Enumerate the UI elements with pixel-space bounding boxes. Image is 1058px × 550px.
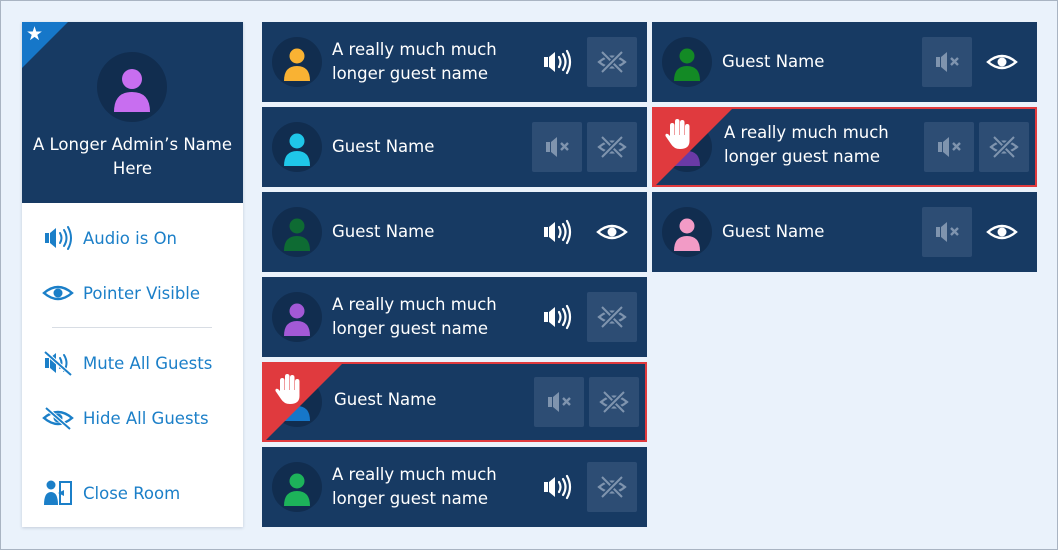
guest-name: A really much much longer guest name (332, 465, 497, 508)
guest-avatar (272, 292, 322, 342)
guest-card: Guest Name (262, 362, 647, 442)
guest-pointer-button[interactable] (587, 462, 637, 512)
audio-toggle-button[interactable]: Audio is On (42, 223, 177, 253)
guest-audio-button[interactable] (922, 207, 972, 257)
person-icon (284, 48, 310, 81)
guest-avatar (662, 207, 712, 257)
guest-avatar (662, 37, 712, 87)
guest-pointer-button[interactable] (977, 207, 1027, 257)
guest-pointer-button[interactable] (587, 292, 637, 342)
speaker-muted-icon (543, 387, 575, 417)
guest-audio-button[interactable] (532, 207, 582, 257)
admin-panel: ★ A Longer Admin’s Name Here Audio is On… (22, 22, 243, 527)
eye-icon (986, 49, 1018, 75)
person-icon (114, 69, 150, 112)
raised-hand-icon (664, 117, 694, 155)
admin-avatar (97, 52, 167, 122)
guest-name: Guest Name (722, 222, 825, 241)
guest-name: Guest Name (332, 222, 435, 241)
pointer-hidden-icon (596, 304, 628, 330)
guest-card: Guest Name (652, 22, 1037, 102)
pointer-hidden-icon (988, 134, 1020, 160)
guest-audio-button[interactable] (532, 292, 582, 342)
speaker-muted-icon (541, 132, 573, 162)
room-view: ★ A Longer Admin’s Name Here Audio is On… (0, 0, 1058, 550)
star-icon: ★ (26, 23, 44, 45)
guest-audio-button[interactable] (924, 122, 974, 172)
close-room-icon (42, 480, 74, 506)
guest-name: A really much much longer guest name (332, 40, 497, 83)
guest-audio-button[interactable] (532, 122, 582, 172)
audio-toggle-label: Audio is On (83, 228, 178, 248)
speaker-on-icon (540, 472, 574, 502)
pointer-hidden-icon (596, 49, 628, 75)
eye-icon (986, 219, 1018, 245)
guest-avatar (272, 37, 322, 87)
speaker-on-icon (540, 47, 574, 77)
guest-audio-button[interactable] (532, 462, 582, 512)
eye-icon (596, 219, 628, 245)
close-room-label: Close Room (83, 483, 181, 503)
admin-header: ★ A Longer Admin’s Name Here (22, 22, 243, 203)
speaker-muted-icon (933, 132, 965, 162)
guest-card: Guest Name (652, 192, 1037, 272)
person-icon (284, 303, 310, 336)
action-divider (52, 327, 212, 328)
guest-audio-button[interactable] (534, 377, 584, 427)
eye-icon (42, 280, 74, 306)
guest-card: A really much much longer guest name (262, 22, 647, 102)
pointer-hidden-icon (598, 389, 630, 415)
guest-card: Guest Name (262, 107, 647, 187)
speaker-on-icon (540, 302, 574, 332)
guest-pointer-button[interactable] (977, 37, 1027, 87)
pointer-toggle-button[interactable]: Pointer Visible (42, 278, 200, 308)
person-icon (674, 218, 700, 251)
guest-card: Guest Name (262, 192, 647, 272)
speaker-muted-icon (931, 47, 963, 77)
person-icon (284, 473, 310, 506)
person-icon (284, 218, 310, 251)
admin-name: A Longer Admin’s Name Here (33, 135, 232, 178)
guest-name: Guest Name (334, 390, 437, 409)
guest-pointer-button[interactable] (589, 377, 639, 427)
guest-avatar (272, 462, 322, 512)
guest-name: Guest Name (332, 137, 435, 156)
guest-name: Guest Name (722, 52, 825, 71)
speaker-muted-icon (931, 217, 963, 247)
guest-pointer-button[interactable] (979, 122, 1029, 172)
guest-audio-button[interactable] (532, 37, 582, 87)
guest-pointer-button[interactable] (587, 207, 637, 257)
guest-name: A really much much longer guest name (724, 123, 889, 166)
close-room-button[interactable]: Close Room (42, 478, 180, 508)
speaker-off-icon (42, 350, 74, 376)
raised-hand-icon (274, 372, 304, 410)
eye-off-icon (42, 405, 74, 431)
pointer-toggle-label: Pointer Visible (83, 283, 201, 303)
guest-name: A really much much longer guest name (332, 295, 497, 338)
mute-all-label: Mute All Guests (83, 353, 213, 373)
hide-all-button[interactable]: Hide All Guests (42, 403, 209, 433)
guest-pointer-button[interactable] (587, 122, 637, 172)
guest-pointer-button[interactable] (587, 37, 637, 87)
person-icon (674, 48, 700, 81)
speaker-on-icon (540, 217, 574, 247)
guest-avatar (272, 207, 322, 257)
mute-all-button[interactable]: Mute All Guests (42, 348, 212, 378)
speaker-on-icon (42, 225, 74, 251)
guest-audio-button[interactable] (922, 37, 972, 87)
hide-all-label: Hide All Guests (83, 408, 209, 428)
guest-avatar (272, 122, 322, 172)
pointer-hidden-icon (596, 474, 628, 500)
guest-card: A really much much longer guest name (652, 107, 1037, 187)
pointer-hidden-icon (596, 134, 628, 160)
guest-card: A really much much longer guest name (262, 447, 647, 527)
guest-card: A really much much longer guest name (262, 277, 647, 357)
person-icon (284, 133, 310, 166)
